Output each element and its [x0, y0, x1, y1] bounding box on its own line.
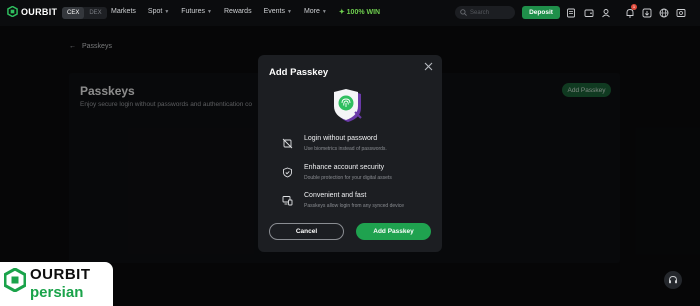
watermark: OURBIT persian [0, 262, 113, 306]
feature-description: Use biometrics instead of passwords. [304, 146, 387, 152]
logo-hex-icon [7, 6, 18, 17]
nav-more[interactable]: More ▼ [304, 8, 327, 16]
search-input[interactable]: Search [455, 6, 515, 19]
nav-spot[interactable]: Spot ▼ [148, 8, 169, 16]
notification-badge: 1 [631, 4, 637, 10]
search-placeholder: Search [470, 9, 490, 16]
settings-icon[interactable] [676, 8, 686, 18]
wallet-icon[interactable] [584, 8, 594, 18]
modal-title: Add Passkey [269, 67, 329, 78]
feature-title: Enhance account security [304, 164, 385, 171]
watermark-line2: persian [30, 284, 84, 301]
nav-rewards[interactable]: Rewards [224, 8, 252, 16]
brand-name: OURBIT [21, 6, 58, 17]
nav-markets[interactable]: Markets [111, 8, 136, 16]
cex-dex-switch: CEX DEX [62, 7, 107, 19]
feature-description: Double protection for your digital asset… [304, 175, 392, 181]
devices-icon [282, 196, 293, 206]
chevron-down-icon: ▼ [207, 9, 212, 15]
chevron-down-icon: ▼ [164, 9, 170, 15]
headset-icon [669, 276, 677, 284]
shield-check-icon [283, 167, 292, 178]
chevron-down-icon: ▼ [321, 9, 327, 15]
fingerprint-shield-illustration-icon [334, 89, 362, 122]
support-chat-button[interactable] [664, 271, 682, 289]
user-icon[interactable] [601, 8, 611, 18]
promo-win[interactable]: ✦ 100% WIN [339, 8, 380, 16]
chevron-down-icon: ▼ [286, 9, 292, 15]
feature-title: Login without password [304, 135, 378, 142]
feature-title: Convenient and fast [304, 192, 367, 199]
sparkle-icon: ✦ [338, 9, 347, 16]
orders-icon[interactable] [566, 8, 576, 18]
cancel-button[interactable]: Cancel [269, 223, 344, 240]
mode-dex[interactable]: DEX [84, 7, 106, 19]
add-passkey-button[interactable]: Add Passkey [356, 223, 431, 240]
watermark-logo-icon [4, 268, 26, 292]
watermark-line1: OURBIT [30, 266, 91, 283]
ourbit-logo[interactable]: OURBIT [7, 6, 57, 17]
globe-icon[interactable] [659, 8, 669, 18]
nav-futures[interactable]: Futures ▼ [181, 8, 212, 16]
mode-cex[interactable]: CEX [62, 7, 85, 19]
add-passkey-modal: Add Passkey Login without password Use b… [258, 55, 442, 252]
close-icon[interactable] [423, 61, 434, 72]
top-navbar: OURBIT CEX DEX Markets Spot ▼ Futures ▼ Re… [0, 0, 700, 26]
deposit-button[interactable]: Deposit [522, 6, 560, 19]
download-icon[interactable] [642, 8, 652, 18]
feature-description: Passkeys allow login from any synced dev… [304, 203, 405, 209]
no-password-icon [282, 138, 293, 149]
nav-events[interactable]: Events ▼ [264, 8, 292, 16]
search-icon [460, 9, 467, 16]
nav-links: Markets Spot ▼ Futures ▼ Rewards Events ▼ M… [111, 8, 380, 16]
